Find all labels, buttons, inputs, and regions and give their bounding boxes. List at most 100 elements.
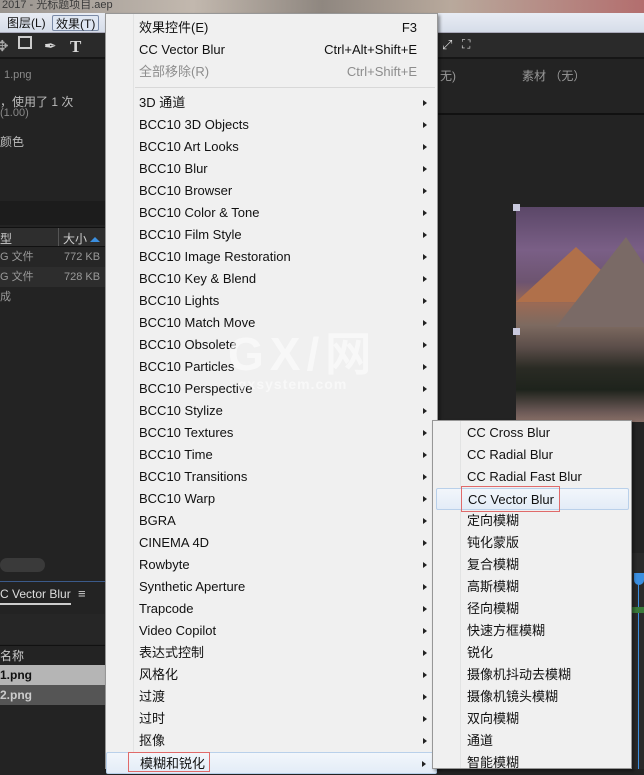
item-label: CC Radial Blur bbox=[467, 447, 553, 462]
item-label: CC Vector Blur bbox=[139, 42, 225, 57]
submenu-arrow-icon bbox=[423, 144, 427, 150]
playhead-icon[interactable] bbox=[634, 573, 644, 585]
submenu-item[interactable]: 智能模糊 bbox=[433, 752, 631, 774]
item-label: BCC10 Time bbox=[139, 447, 213, 462]
item-label: BGRA bbox=[139, 513, 176, 528]
menu-effects[interactable]: 效果(T) bbox=[52, 15, 100, 31]
item-label: BCC10 Particles bbox=[139, 359, 235, 374]
window-title-bar: 2017 - 光标题项目.aep bbox=[0, 0, 644, 13]
menu-item-category[interactable]: 过渡 bbox=[106, 686, 437, 708]
menu-item-category[interactable]: 风格化 bbox=[106, 664, 437, 686]
menu-item-category[interactable]: BCC10 Lights bbox=[106, 290, 437, 312]
submenu-arrow-icon bbox=[423, 628, 427, 634]
item-label: BCC10 3D Objects bbox=[139, 117, 249, 132]
project-row[interactable]: 成 bbox=[0, 287, 105, 307]
item-label: 效果控件(E) bbox=[139, 20, 209, 35]
menu-item-category[interactable]: BCC10 Art Looks bbox=[106, 136, 437, 158]
submenu-item[interactable]: CC Radial Fast Blur bbox=[433, 466, 631, 488]
menu-item-category[interactable]: BGRA bbox=[106, 510, 437, 532]
submenu-item[interactable]: 定向模糊 bbox=[433, 510, 631, 532]
menu-item-category[interactable]: 3D 通道 bbox=[106, 92, 437, 114]
menu-item-category[interactable]: BCC10 Perspective bbox=[106, 378, 437, 400]
project-row[interactable]: G 文件 728 KB bbox=[0, 267, 105, 287]
menu-item-category[interactable]: BCC10 Image Restoration bbox=[106, 246, 437, 268]
item-label: 过时 bbox=[139, 711, 166, 726]
menu-item-category[interactable]: 抠像 bbox=[106, 730, 437, 752]
menu-item-category[interactable]: BCC10 Time bbox=[106, 444, 437, 466]
menu-separator bbox=[135, 87, 435, 88]
timeline-tab[interactable]: C Vector Blur ≡ bbox=[0, 581, 105, 607]
menu-item-category[interactable]: Video Copilot bbox=[106, 620, 437, 642]
submenu-item[interactable]: 双向模糊 bbox=[433, 708, 631, 730]
menu-item-category[interactable]: 表达式控制 bbox=[106, 642, 437, 664]
item-label: CINEMA 4D bbox=[139, 535, 210, 550]
column-type[interactable]: 型 bbox=[0, 230, 12, 247]
menu-item-category[interactable]: BCC10 Blur bbox=[106, 158, 437, 180]
transform-handle[interactable] bbox=[513, 328, 520, 335]
menu-item-last-effect[interactable]: CC Vector Blur Ctrl+Alt+Shift+E bbox=[106, 39, 437, 61]
column-size-label: 大小 bbox=[63, 232, 88, 246]
project-search-bar[interactable] bbox=[0, 201, 105, 225]
rectangle-tool-icon[interactable] bbox=[18, 36, 32, 53]
pan-icon[interactable]: ✥ bbox=[0, 37, 9, 55]
column-size[interactable]: 大小 bbox=[63, 230, 101, 247]
blur-sharpen-submenu: CC Cross Blur CC Radial Blur CC Radial Fas… bbox=[432, 420, 632, 770]
column-name[interactable]: 名称 bbox=[0, 649, 24, 663]
submenu-item[interactable]: 复合模糊 bbox=[433, 554, 631, 576]
menu-item-category[interactable]: BCC10 Transitions bbox=[106, 466, 437, 488]
item-label: CC Radial Fast Blur bbox=[467, 469, 582, 484]
menu-item-category[interactable]: 过时 bbox=[106, 708, 437, 730]
submenu-arrow-icon bbox=[423, 298, 427, 304]
submenu-item[interactable]: CC Cross Blur bbox=[433, 422, 631, 444]
menu-layer[interactable]: 图层(L) bbox=[4, 15, 49, 31]
submenu-item[interactable]: 锐化 bbox=[433, 642, 631, 664]
snap-expand-icon[interactable]: ⤢ bbox=[442, 37, 452, 53]
submenu-item[interactable]: 高斯模糊 bbox=[433, 576, 631, 598]
menu-item-category[interactable]: BCC10 3D Objects bbox=[106, 114, 437, 136]
item-label: 径向模糊 bbox=[467, 601, 520, 616]
project-row[interactable]: G 文件 772 KB bbox=[0, 247, 105, 267]
transform-handle[interactable] bbox=[513, 204, 520, 211]
timeline-tab-label: C Vector Blur bbox=[0, 587, 71, 605]
menu-item-category[interactable]: BCC10 Warp bbox=[106, 488, 437, 510]
menu-item-effect-controls[interactable]: 效果控件(E) F3 bbox=[106, 17, 437, 39]
item-label: 表达式控制 bbox=[139, 645, 205, 660]
project-scrollbar[interactable] bbox=[0, 558, 45, 572]
menu-item-category[interactable]: BCC10 Textures bbox=[106, 422, 437, 444]
selected-file-name: 1.png bbox=[4, 69, 32, 81]
submenu-item[interactable]: 径向模糊 bbox=[433, 598, 631, 620]
menu-item-category[interactable]: BCC10 Stylize bbox=[106, 400, 437, 422]
panel-menu-icon[interactable]: ≡ bbox=[78, 586, 86, 601]
menu-item-category[interactable]: BCC10 Film Style bbox=[106, 224, 437, 246]
region-of-interest-icon[interactable]: ⛶ bbox=[462, 37, 470, 52]
pen-tool-icon[interactable]: ✒ bbox=[44, 37, 57, 55]
item-label: BCC10 Stylize bbox=[139, 403, 223, 418]
submenu-item[interactable]: CC Radial Blur bbox=[433, 444, 631, 466]
menu-item-category[interactable]: BCC10 Particles bbox=[106, 356, 437, 378]
item-label: 智能模糊 bbox=[467, 755, 520, 770]
text-tool-icon[interactable]: T bbox=[70, 37, 81, 57]
menu-item-category[interactable]: BCC10 Key & Blend bbox=[106, 268, 437, 290]
submenu-item[interactable]: 快速方框模糊 bbox=[433, 620, 631, 642]
submenu-item[interactable]: 摄像机抖动去模糊 bbox=[433, 664, 631, 686]
menu-item-category[interactable]: BCC10 Color & Tone bbox=[106, 202, 437, 224]
item-label: 摄像机镜头模糊 bbox=[467, 689, 559, 704]
menu-item-category[interactable]: BCC10 Match Move bbox=[106, 312, 437, 334]
submenu-arrow-icon bbox=[423, 408, 427, 414]
menu-item-category[interactable]: BCC10 Obsolete bbox=[106, 334, 437, 356]
submenu-item[interactable]: 通道 bbox=[433, 730, 631, 752]
menu-item-category[interactable]: Rowbyte bbox=[106, 554, 437, 576]
menu-item-category[interactable]: Synthetic Aperture bbox=[106, 576, 437, 598]
layer-row[interactable]: 2.png bbox=[0, 685, 105, 705]
menu-item-category[interactable]: CINEMA 4D bbox=[106, 532, 437, 554]
item-label: BCC10 Transitions bbox=[139, 469, 248, 484]
menu-item-category[interactable]: BCC10 Browser bbox=[106, 180, 437, 202]
item-label: 钝化蒙版 bbox=[467, 535, 520, 550]
layer-row[interactable]: 1.png bbox=[0, 665, 105, 685]
highlight-box-category bbox=[128, 752, 210, 772]
submenu-item[interactable]: 钝化蒙版 bbox=[433, 532, 631, 554]
submenu-item[interactable]: 摄像机镜头模糊 bbox=[433, 686, 631, 708]
menu-item-category[interactable]: Trapcode bbox=[106, 598, 437, 620]
submenu-arrow-icon bbox=[423, 232, 427, 238]
menu-item-remove-all: 全部移除(R) Ctrl+Shift+E bbox=[106, 61, 437, 83]
